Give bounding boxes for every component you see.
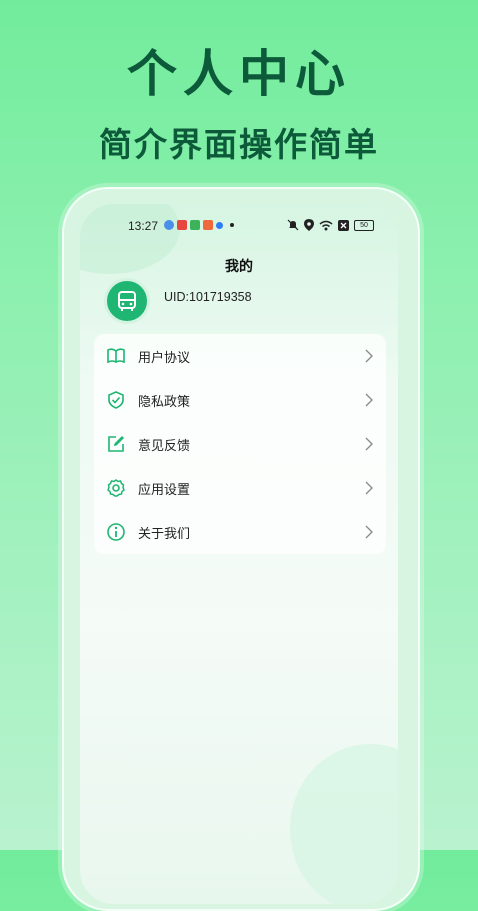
notification-icons	[164, 220, 234, 230]
menu-item-feedback[interactable]: 意见反馈	[94, 422, 386, 466]
promo-subtitle: 简介界面操作简单	[99, 125, 379, 164]
status-time: 13:27	[128, 219, 159, 233]
avatar[interactable]	[104, 278, 150, 324]
settings-menu: 用户协议 隐私政策 意见反馈 应用设置 关于我们	[94, 334, 386, 554]
bus-icon	[118, 291, 136, 311]
more-dot-icon	[230, 223, 234, 227]
app-notification-icon	[203, 220, 213, 230]
battery-indicator: 50	[354, 219, 374, 231]
system-icons: 50	[287, 219, 374, 231]
chevron-right-icon	[365, 349, 373, 363]
shield-check-icon	[108, 391, 124, 409]
book-icon	[107, 348, 125, 364]
wifi-icon	[319, 220, 333, 230]
phone-screen: 13:27 50 我的 UID:101719358 用户协议 隐私政策 意见反馈…	[80, 204, 398, 904]
status-bar: 13:27 50	[80, 216, 398, 236]
chevron-right-icon	[365, 481, 373, 495]
menu-item-label: 意见反馈	[138, 438, 191, 454]
menu-item-label: 用户协议	[138, 350, 191, 366]
location-icon	[304, 219, 314, 231]
menu-item-user-agreement[interactable]: 用户协议	[94, 334, 386, 378]
search-notification-icon	[216, 221, 223, 229]
app-notification-icon	[164, 220, 174, 230]
mute-icon	[287, 219, 299, 231]
edit-icon	[108, 436, 124, 452]
chevron-right-icon	[365, 525, 373, 539]
menu-item-app-settings[interactable]: 应用设置	[94, 466, 386, 510]
app-notification-icon	[190, 220, 200, 230]
promo-title: 个人中心	[127, 45, 351, 103]
menu-item-about-us[interactable]: 关于我们	[94, 510, 386, 554]
user-uid: UID:101719358	[164, 290, 252, 304]
info-icon	[107, 523, 125, 541]
app-notification-icon	[177, 220, 187, 230]
chevron-right-icon	[365, 393, 373, 407]
menu-item-privacy-policy[interactable]: 隐私政策	[94, 378, 386, 422]
gear-icon	[107, 479, 125, 497]
page-title: 我的	[225, 259, 253, 275]
menu-item-label: 应用设置	[138, 482, 191, 498]
chevron-right-icon	[365, 437, 373, 451]
no-sim-icon	[338, 219, 349, 231]
menu-item-label: 隐私政策	[138, 394, 191, 410]
menu-item-label: 关于我们	[138, 526, 191, 542]
